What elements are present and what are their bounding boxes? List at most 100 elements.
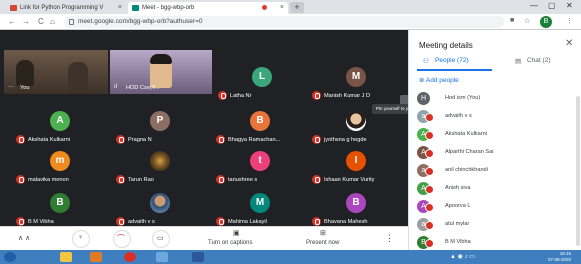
participant-name: atul mylar (445, 221, 470, 227)
present-icon[interactable]: ⊞ (320, 229, 326, 237)
mic-off-icon (216, 217, 225, 226)
mic-off-icon (312, 217, 321, 226)
mic-off-icon (116, 217, 125, 226)
participant-tile[interactable]: B Bhagya Ramachan... (210, 108, 310, 152)
participant-list-item[interactable]: a anil chinchkhandi (417, 162, 577, 178)
participant-list-item[interactable]: a advaith v s (417, 108, 577, 124)
captions-icon[interactable]: ▣ (233, 229, 240, 237)
participant-list-item[interactable]: A Akshata Kulkarni (417, 126, 577, 142)
media-icon[interactable] (90, 252, 102, 262)
browser-tabbar: Link for Python Programming V × Meet - b… (0, 0, 581, 14)
add-people-button[interactable]: ⊕ Add people (419, 76, 459, 84)
participant-photo (346, 111, 366, 131)
url-input[interactable]: meet.google.com/bgg-wbp-orb?authuser=0 (64, 16, 504, 28)
participant-tile-you[interactable]: You ··· (4, 50, 108, 94)
participant-name: Alparthi Charan Sai (445, 149, 494, 155)
maximize-icon[interactable]: ▢ (548, 1, 556, 10)
tab-link-for-python[interactable]: Link for Python Programming V × (6, 2, 126, 14)
mic-off-icon (312, 175, 321, 184)
reload-icon[interactable]: C (38, 17, 44, 26)
mic-off-icon (312, 91, 321, 100)
participant-list-item[interactable]: B B M Vibha (417, 234, 577, 250)
close-tab-icon[interactable]: × (280, 2, 284, 14)
participant-avatar: L (252, 67, 272, 87)
tab-label: Meet - bgg-wbp-orb (142, 5, 195, 11)
participant-tile[interactable]: A Akshata Kulkarni (10, 108, 110, 152)
participant-tile[interactable]: m malavika menon (10, 148, 110, 192)
mic-off-icon (425, 221, 434, 230)
system-clock[interactable]: 16:15 07-08-2020 (548, 251, 571, 263)
participant-name: Ishaan Kumar Vurity (324, 177, 375, 183)
participant-tile[interactable]: Tarun Rao (110, 148, 210, 192)
participant-tile[interactable]: jyothsna g hegde (306, 108, 406, 152)
participant-avatar: B (346, 193, 366, 213)
participant-name: Bhagya Ramachan... (228, 137, 281, 143)
url-text: meet.google.com/bgg-wbp-orb?authuser=0 (78, 18, 203, 25)
hang-up-icon: ⌒ (117, 234, 125, 243)
participant-list-item[interactable]: A Anish siva (417, 180, 577, 196)
star-icon[interactable]: ☆ (524, 17, 530, 25)
participant-list-item[interactable]: H Hod ism (You) (417, 90, 577, 106)
participant-name: anil chinchkhandi (445, 167, 488, 173)
tray-icons[interactable]: ▲ ◉ ♪ ▭ (450, 253, 475, 260)
participant-name: Latha Nr (230, 93, 252, 99)
chrome-icon[interactable] (124, 252, 136, 262)
home-icon[interactable]: ⌂ (50, 17, 55, 26)
taskbar: ▲ ◉ ♪ ▭ 16:15 07-08-2020 (0, 250, 581, 264)
participant-avatar: m (50, 151, 70, 171)
mic-off-icon (425, 131, 434, 140)
speaking-icon: ıl (114, 84, 117, 90)
menu-icon[interactable]: ⋮ (566, 17, 573, 25)
new-tab-button[interactable]: + (290, 2, 304, 13)
captions-button[interactable]: Turn on captions (208, 240, 252, 246)
mic-off-icon (16, 217, 25, 226)
more-options-icon[interactable]: ⋮ (385, 233, 394, 244)
participant-name: Hod ism (You) (445, 95, 481, 101)
participant-tile[interactable]: L Latha Nr (212, 64, 312, 108)
participant-name: B M Vibha (445, 239, 471, 245)
tab-chat[interactable]: Chat (2) (527, 57, 550, 64)
present-button[interactable]: Present now (306, 240, 339, 246)
camera-icon[interactable]: ■ (510, 17, 514, 24)
participant-name: Bhavana Mahesh (324, 219, 368, 225)
participant-avatar: B (250, 111, 270, 131)
participant-name: B M Vibha (28, 219, 54, 225)
recording-icon (262, 5, 267, 10)
mic-off-icon (16, 175, 25, 184)
participant-list-item[interactable]: a atul mylar (417, 216, 577, 232)
participant-name: HOD Cse(Y... (126, 85, 160, 91)
address-bar: ← → C ⌂ meet.google.com/bgg-wbp-orb?auth… (0, 14, 581, 30)
participant-name: Manish Kumar J D (324, 93, 371, 99)
tab-people[interactable]: People (72) (435, 57, 469, 64)
word-icon[interactable] (192, 252, 204, 262)
explorer-icon[interactable] (60, 252, 72, 262)
clock-date: 07-08-2020 (548, 257, 572, 262)
participant-tile-hod[interactable]: ıl HOD Cse(Y... (110, 50, 212, 94)
back-icon[interactable]: ← (8, 17, 16, 26)
participant-tile[interactable]: M Manish Kumar J D (306, 64, 406, 108)
mic-off-icon (116, 175, 125, 184)
participant-name: You (20, 85, 30, 91)
participant-list-item[interactable]: A Alparthi Charan Sai (417, 144, 577, 160)
participant-tile[interactable]: t tanushree s (210, 148, 310, 192)
panel-scrollbar[interactable] (576, 96, 580, 246)
meeting-info-icon[interactable]: ∧ ∧ (18, 234, 30, 242)
participant-tile[interactable]: I Ishaan Kumar Vurity (306, 148, 406, 192)
app-icon[interactable] (156, 252, 168, 262)
close-tab-icon[interactable]: × (118, 2, 122, 14)
close-icon[interactable]: ✕ (565, 38, 573, 49)
person-silhouette (68, 62, 88, 90)
close-window-icon[interactable]: ✕ (566, 1, 573, 10)
forward-icon[interactable]: → (22, 17, 30, 26)
profile-avatar[interactable]: B (540, 16, 552, 28)
minimize-icon[interactable]: — (530, 1, 538, 10)
mic-off-icon (425, 149, 434, 158)
participant-tile[interactable]: P Pragna N (110, 108, 210, 152)
participant-name: jyothsna g hegde (324, 137, 367, 143)
mic-off-icon (425, 203, 434, 212)
start-icon[interactable] (4, 252, 16, 262)
mic-off-icon (425, 113, 434, 122)
participant-name: Akshata Kulkarni (28, 137, 70, 143)
people-icon: ⚇ (423, 58, 429, 65)
participant-list-item[interactable]: A Apoorva L (417, 198, 577, 214)
